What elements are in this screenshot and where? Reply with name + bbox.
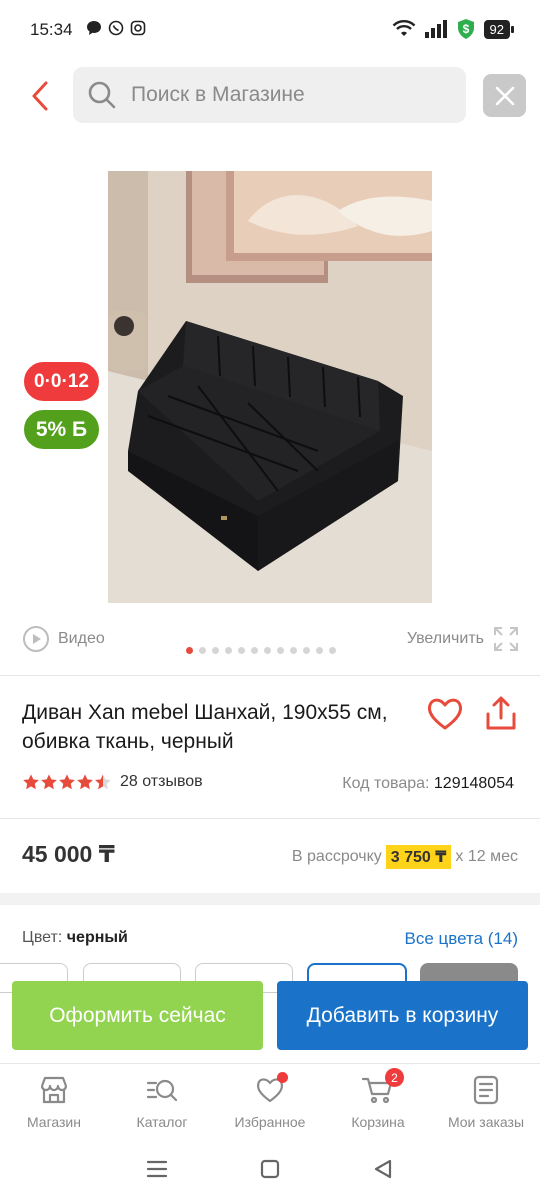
video-label: Видео [58, 630, 105, 647]
triangle-back-icon [375, 1159, 392, 1179]
heart-outline-icon [427, 698, 463, 730]
color-label: Цвет: [22, 929, 63, 946]
home-square-icon [260, 1159, 280, 1179]
system-navigation-bar [0, 1143, 540, 1200]
video-button[interactable]: Видео [22, 625, 105, 653]
rating-row[interactable]: 28 отзывов [22, 773, 203, 791]
menu-icon [146, 1160, 167, 1178]
recent-apps-button[interactable] [146, 1159, 168, 1184]
pager-dot[interactable] [251, 647, 258, 654]
wifi-icon [392, 20, 415, 36]
color-selector-label: Цвет: черный [22, 929, 128, 947]
store-icon [40, 1076, 68, 1104]
tab-label: Корзина [351, 1114, 405, 1130]
pager-dot[interactable] [199, 647, 206, 654]
star-icon [95, 774, 111, 790]
tab-label: Мои заказы [447, 1114, 525, 1130]
star-icon [77, 774, 93, 790]
tab-store[interactable]: Магазин [0, 1064, 108, 1141]
tab-favorites[interactable]: Избранное [216, 1064, 324, 1141]
sku-label: Код товара: [342, 775, 430, 792]
tab-label: Избранное [234, 1114, 306, 1130]
product-image[interactable] [108, 171, 432, 603]
pager-dot[interactable] [212, 647, 219, 654]
price: 45 000 ₸ [22, 841, 115, 867]
color-value: черный [66, 929, 128, 946]
notification-icons [86, 20, 146, 36]
image-pager [186, 647, 336, 654]
divider [0, 818, 540, 819]
reviews-count: 28 отзывов [120, 773, 203, 790]
pager-dot[interactable] [329, 647, 336, 654]
zoom-button[interactable]: Увеличить [407, 625, 520, 653]
tab-orders[interactable]: Мои заказы [432, 1064, 540, 1141]
zoom-label: Увеличить [406, 630, 484, 647]
tab-label: Магазин [26, 1114, 81, 1130]
tab-cart[interactable]: 2 Корзина [324, 1064, 432, 1141]
svg-text:$: $ [462, 22, 469, 36]
installment-badge: 0·0·12 [22, 360, 101, 403]
share-button[interactable] [483, 694, 519, 734]
notification-dot [277, 1072, 288, 1083]
rating-stars [22, 773, 112, 791]
home-button[interactable] [259, 1158, 281, 1185]
pager-dot[interactable] [316, 647, 323, 654]
divider [0, 675, 540, 676]
search-placeholder: Поиск в Магазине [131, 83, 305, 106]
system-back-button[interactable] [372, 1158, 394, 1185]
star-icon [41, 774, 57, 790]
section-separator [0, 893, 540, 905]
whatsapp-icon [108, 20, 124, 36]
pager-dot[interactable] [290, 647, 297, 654]
all-colors-link[interactable]: Все цвета (14) [405, 929, 519, 949]
pager-dot[interactable] [186, 647, 193, 654]
share-icon [486, 696, 516, 730]
add-to-cart-button[interactable]: Добавить в корзину [277, 981, 528, 1050]
product-title: Диван Xan mebel Шанхай, 190x55 см, обивк… [22, 701, 388, 753]
status-right: $ 92 [392, 18, 515, 40]
search-input[interactable]: Поиск в Магазине [73, 67, 466, 123]
installment-suffix: х 12 мес [455, 848, 518, 865]
instagram-icon [130, 20, 146, 36]
search-icon [88, 81, 116, 109]
installment-info[interactable]: В рассрочку 3 750 ₸ х 12 мес [292, 845, 518, 869]
expand-icon [494, 627, 518, 651]
catalog-search-icon [146, 1079, 178, 1102]
pager-dot[interactable] [238, 647, 245, 654]
pager-dot[interactable] [225, 647, 232, 654]
buy-now-button[interactable]: Оформить сейчас [12, 981, 263, 1050]
orders-icon [473, 1075, 499, 1105]
cart-count-badge: 2 [385, 1068, 404, 1087]
bottom-tab-bar: Магазин Каталог Избранное 2 Корзина Мои … [0, 1063, 540, 1141]
signal-icon [424, 20, 447, 38]
battery-indicator: 92 [483, 19, 515, 39]
star-icon [23, 774, 39, 790]
favorite-button[interactable] [425, 694, 465, 734]
play-icon [23, 626, 49, 652]
shield-dollar-icon: $ [457, 19, 474, 39]
pager-dot[interactable] [277, 647, 284, 654]
close-icon [495, 86, 514, 105]
tab-label: Каталог [136, 1114, 188, 1130]
chat-bubble-icon [87, 21, 101, 35]
close-search-button[interactable] [483, 74, 526, 117]
bonus-badge: 5% Б [22, 408, 101, 451]
sku-value: 129148054 [433, 775, 514, 792]
installment-prefix: В рассрочку [291, 848, 382, 865]
pager-dot[interactable] [264, 647, 271, 654]
installment-amount: 3 750 ₸ [385, 845, 452, 869]
sku-row: Код товара: 129148054 [342, 775, 514, 793]
pager-dot[interactable] [303, 647, 310, 654]
status-time: 15:34 [30, 20, 73, 39]
chevron-left-icon [32, 81, 48, 111]
back-button[interactable] [22, 76, 58, 116]
tab-catalog[interactable]: Каталог [108, 1064, 216, 1141]
star-icon [59, 774, 75, 790]
